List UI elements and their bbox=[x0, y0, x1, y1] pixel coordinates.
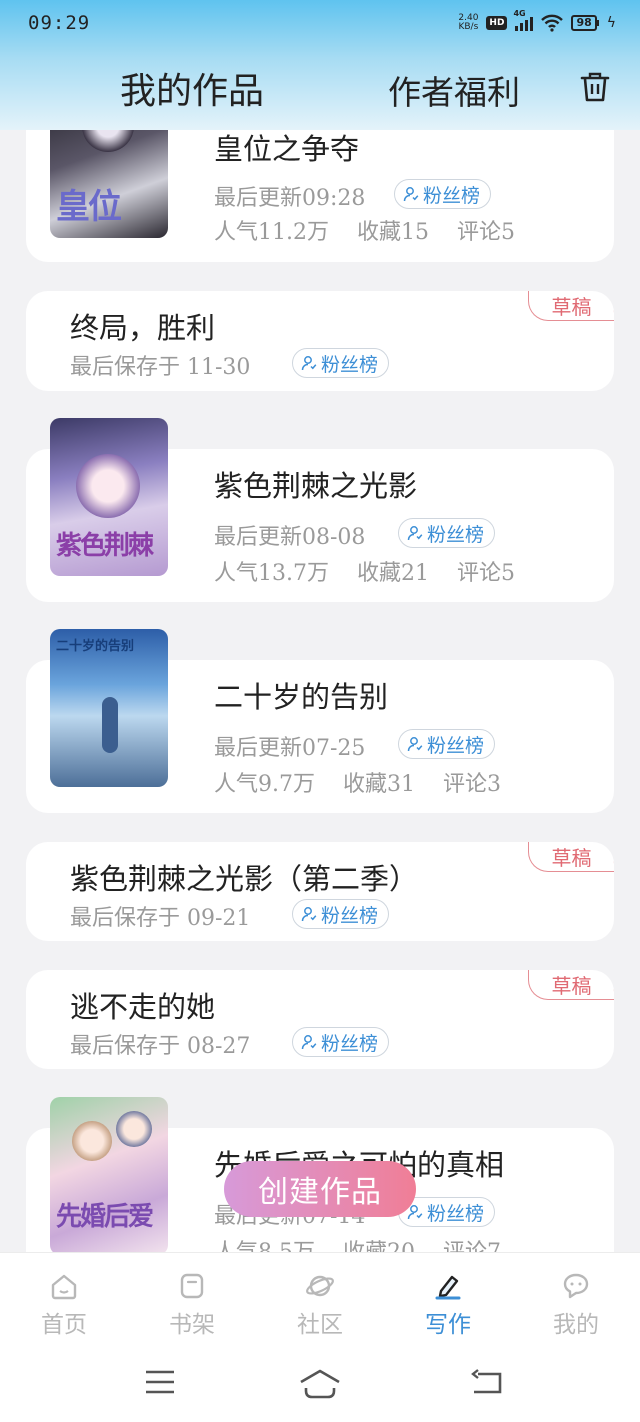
work-saved: 最后保存于 08-27 bbox=[70, 1034, 251, 1059]
draft-tag: 草稿 bbox=[528, 970, 614, 1000]
popularity: 人气9.7万 bbox=[214, 772, 315, 797]
draft-tag: 草稿 bbox=[528, 291, 614, 321]
home-nav-icon[interactable] bbox=[298, 1368, 342, 1400]
fan-rank-badge[interactable]: 粉丝榜 bbox=[398, 729, 496, 759]
home-icon bbox=[51, 1274, 77, 1300]
app-header: 09:29 2.40 KB/s HD 4G 98 ϟ 我的作品 作者福利 bbox=[0, 0, 640, 130]
user-icon bbox=[301, 907, 317, 922]
trash-icon[interactable] bbox=[578, 70, 612, 104]
tab-label: 社区 bbox=[297, 1312, 343, 1338]
tab-home[interactable]: 首页 bbox=[0, 1253, 128, 1348]
hd-icon: HD bbox=[486, 16, 508, 30]
work-title: 终局，胜利 bbox=[70, 311, 216, 345]
user-icon bbox=[407, 737, 423, 752]
system-nav-bar bbox=[0, 1348, 640, 1422]
favorites: 收藏20 bbox=[343, 1234, 415, 1252]
fan-rank-label: 粉丝榜 bbox=[427, 523, 485, 546]
work-updated: 最后更新07-25 bbox=[214, 736, 366, 761]
tab-label: 我的 bbox=[553, 1312, 599, 1338]
fan-rank-badge[interactable]: 粉丝榜 bbox=[292, 1027, 390, 1057]
popularity: 人气8.5万 bbox=[214, 1234, 315, 1252]
cover-text: 二十岁的告别 bbox=[56, 639, 135, 654]
work-stats: 人气13.7万 收藏21 评论5 bbox=[214, 555, 515, 587]
work-stats: 人气9.7万 收藏31 评论3 bbox=[214, 766, 501, 798]
book-cover[interactable]: 二十岁的告别 bbox=[50, 629, 168, 787]
status-bar: 09:29 2.40 KB/s HD 4G 98 ϟ bbox=[0, 0, 640, 48]
user-icon bbox=[301, 356, 317, 371]
user-icon bbox=[407, 526, 423, 541]
author-welfare-link[interactable]: 作者福利 bbox=[388, 66, 520, 114]
battery-level: 98 bbox=[571, 15, 597, 31]
comments: 评论7 bbox=[443, 1234, 501, 1252]
work-saved: 最后保存于 09-21 bbox=[70, 906, 251, 931]
planet-icon bbox=[306, 1275, 334, 1297]
tab-community[interactable]: 社区 bbox=[256, 1253, 384, 1348]
work-title: 皇位之争夺 bbox=[214, 132, 360, 166]
comments: 评论5 bbox=[457, 561, 515, 586]
wifi-icon bbox=[541, 14, 564, 32]
battery-icon: 98 bbox=[571, 15, 599, 31]
fan-rank-badge[interactable]: 粉丝榜 bbox=[394, 179, 492, 209]
cover-text: 皇位 bbox=[56, 187, 122, 227]
tab-mine[interactable]: 我的 bbox=[512, 1253, 640, 1348]
cover-text: 先婚后爱 bbox=[56, 1202, 154, 1232]
work-stats: 人气11.2万 收藏15 评论5 bbox=[214, 214, 515, 246]
tab-bookshelf[interactable]: 书架 bbox=[128, 1253, 256, 1348]
work-updated: 最后更新09:28 bbox=[214, 186, 366, 211]
works-list[interactable]: 皇位之争夺 最后更新09:28 粉丝榜 人气11.2万 收藏15 评论5 皇位 … bbox=[0, 0, 640, 1252]
fan-rank-label: 粉丝榜 bbox=[423, 184, 481, 207]
work-updated: 最后更新08-08 bbox=[214, 525, 366, 550]
net-speed: 2.40 KB/s bbox=[458, 14, 478, 32]
favorites: 收藏21 bbox=[357, 561, 429, 586]
tab-label: 写作 bbox=[425, 1312, 471, 1338]
draft-card[interactable]: 逃不走的她 最后保存于 08-27 粉丝榜 草稿 bbox=[26, 970, 614, 1069]
cover-text: 紫色荆棘 bbox=[56, 531, 154, 561]
user-icon bbox=[403, 187, 419, 202]
comments: 评论3 bbox=[443, 772, 501, 797]
favorites: 收藏31 bbox=[343, 772, 415, 797]
status-icons: 2.40 KB/s HD 4G 98 ϟ bbox=[458, 9, 616, 32]
fan-rank-label: 粉丝榜 bbox=[321, 904, 379, 927]
network-type: 4G bbox=[513, 9, 526, 18]
create-work-button[interactable]: 创建作品 bbox=[224, 1161, 416, 1217]
bookshelf-icon bbox=[180, 1273, 204, 1299]
fan-rank-label: 粉丝榜 bbox=[321, 1032, 379, 1055]
work-title: 逃不走的她 bbox=[70, 990, 216, 1024]
popularity: 人气13.7万 bbox=[214, 561, 329, 586]
fan-rank-label: 粉丝榜 bbox=[321, 353, 379, 376]
book-cover[interactable]: 紫色荆棘 bbox=[50, 418, 168, 576]
bottom-tab-bar: 首页 书架 社区 写作 我的 bbox=[0, 1252, 640, 1348]
signal-icon: 4G bbox=[513, 9, 534, 31]
menu-icon[interactable] bbox=[144, 1368, 176, 1396]
page-title: 我的作品 bbox=[120, 71, 265, 112]
charging-icon: ϟ bbox=[606, 15, 616, 31]
pen-icon bbox=[435, 1275, 461, 1300]
favorites: 收藏15 bbox=[357, 220, 429, 245]
book-cover[interactable]: 先婚后爱 bbox=[50, 1097, 168, 1252]
tab-label: 书架 bbox=[169, 1312, 215, 1338]
work-title: 紫色荆棘之光影 bbox=[214, 469, 418, 503]
work-title: 紫色荆棘之光影（第二季） bbox=[70, 862, 419, 896]
tab-label: 首页 bbox=[41, 1312, 87, 1338]
draft-tag: 草稿 bbox=[528, 842, 614, 872]
work-saved: 最后保存于 11-30 bbox=[70, 355, 251, 380]
chat-icon bbox=[563, 1273, 589, 1299]
draft-card[interactable]: 终局，胜利 最后保存于 11-30 粉丝榜 草稿 bbox=[26, 291, 614, 391]
fan-rank-badge[interactable]: 粉丝榜 bbox=[398, 518, 496, 548]
work-title: 二十岁的告别 bbox=[214, 680, 389, 714]
fan-rank-label: 粉丝榜 bbox=[427, 734, 485, 757]
fan-rank-badge[interactable]: 粉丝榜 bbox=[292, 348, 390, 378]
work-stats: 人气8.5万 收藏20 评论7 bbox=[214, 1234, 501, 1252]
draft-card[interactable]: 紫色荆棘之光影（第二季） 最后保存于 09-21 粉丝榜 草稿 bbox=[26, 842, 614, 941]
popularity: 人气11.2万 bbox=[214, 220, 329, 245]
fan-rank-label: 粉丝榜 bbox=[427, 1202, 485, 1225]
fan-rank-badge[interactable]: 粉丝榜 bbox=[292, 899, 390, 929]
back-icon[interactable] bbox=[470, 1368, 504, 1396]
status-time: 09:29 bbox=[28, 12, 91, 34]
user-icon bbox=[301, 1035, 317, 1050]
tab-writing[interactable]: 写作 bbox=[384, 1253, 512, 1348]
net-speed-unit: KB/s bbox=[458, 22, 479, 32]
comments: 评论5 bbox=[457, 220, 515, 245]
